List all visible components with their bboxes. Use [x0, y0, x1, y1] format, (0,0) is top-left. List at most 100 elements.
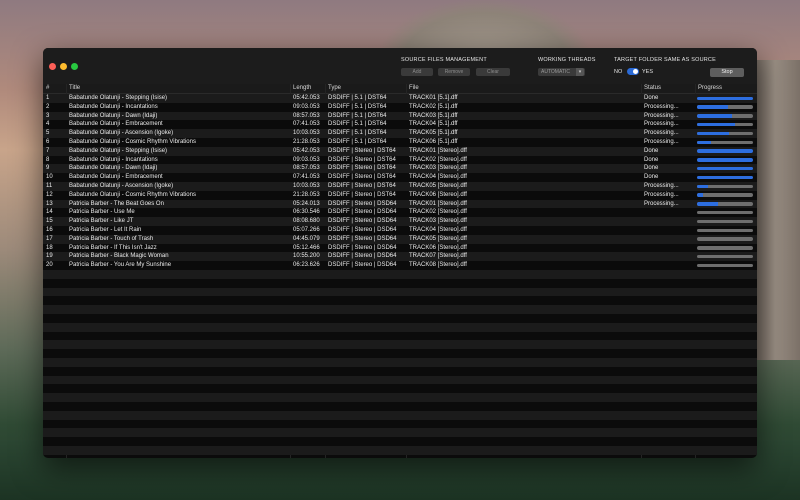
row-title: Babatunde Olatunji - Stepping (Isise)	[69, 147, 168, 154]
row-type: DSDIFF | Stereo | DSD64	[328, 209, 397, 216]
row-file: TRACK06 [5.1].dff	[409, 139, 458, 145]
row-num: 19	[46, 253, 53, 260]
row-status: Processing...	[644, 200, 679, 207]
progress-bar-fill	[697, 96, 753, 100]
table-row[interactable]: 4 Babatunde Olatunji - Embracement 07:41.0…	[43, 120, 757, 130]
row-file: TRACK04 [Stereo].dff	[409, 227, 467, 233]
table-row[interactable]: 7 Babatunde Olatunji - Stepping (Isise) 05…	[43, 146, 757, 156]
close-window-button[interactable]	[49, 63, 56, 70]
empty-row	[43, 410, 757, 420]
row-title: Babatunde Olatunji - Cosmic Rhythm Vibra…	[69, 191, 196, 198]
column-header-title[interactable]: Title	[69, 84, 80, 93]
row-length: 05:42.053	[293, 95, 320, 101]
zoom-window-button[interactable]	[71, 63, 78, 70]
track-table-body: 1 Babatunde Olatunji - Stepping (Isise) 05…	[43, 94, 757, 458]
table-row[interactable]: 3 Babatunde Olatunji - Dawn (Idaji) 08:57.…	[43, 111, 757, 121]
row-status: Processing...	[644, 130, 679, 137]
row-status: Processing...	[644, 183, 679, 189]
row-status: Done	[644, 156, 659, 163]
row-type: DSDIFF | Stereo | DST64	[328, 191, 396, 198]
table-row[interactable]: 11 Babatunde Olatunji - Ascension (Igoke)…	[43, 182, 757, 191]
row-length: 10:03.053	[293, 130, 320, 137]
row-type: DSDIFF | Stereo | DSD64	[328, 218, 397, 225]
empty-row	[43, 305, 757, 314]
row-type: DSDIFF | 5.1 | DST64	[328, 130, 387, 137]
empty-row	[43, 375, 757, 385]
table-row[interactable]: 16 Patricia Barber - Let It Rain 05:07.266…	[43, 226, 757, 235]
table-row[interactable]: 12 Babatunde Olatunji - Cosmic Rhythm Vib…	[43, 190, 757, 200]
table-row[interactable]: 9 Babatunde Olatunji - Dawn (Idaji) 08:57.…	[43, 164, 757, 174]
table-row[interactable]: 10 Babatunde Olatunji - Embracement 07:41.…	[43, 173, 757, 182]
stop-button[interactable]: Stop	[710, 68, 744, 77]
column-header-num[interactable]: #	[46, 84, 49, 93]
row-length: 08:57.053	[293, 165, 320, 172]
row-num: 4	[46, 121, 50, 128]
row-num: 6	[46, 139, 50, 145]
table-row[interactable]: 6 Babatunde Olatunji - Cosmic Rhythm Vibr…	[43, 138, 757, 147]
toggle-yes-label: YES	[642, 69, 654, 75]
chevron-down-icon: ▾	[576, 68, 584, 76]
table-row[interactable]: 20 Patricia Barber - You Are My Sunshine 0…	[43, 261, 757, 270]
row-num: 8	[46, 156, 50, 163]
progress-bar	[697, 140, 753, 144]
row-title: Babatunde Olatunji - Embracement	[69, 174, 163, 181]
row-length: 04:45.079	[293, 235, 320, 242]
column-header-progress[interactable]: Progress	[698, 84, 722, 93]
table-row[interactable]: 2 Babatunde Olatunji - Incantations 09:03.…	[43, 102, 757, 112]
table-header: # Title Length Type File Status Progress	[43, 84, 757, 94]
clear-button[interactable]: Clear	[476, 68, 510, 76]
working-threads-select[interactable]: AUTOMATIC ▾	[538, 68, 585, 76]
remove-button[interactable]: Remove	[438, 68, 470, 76]
row-title: Patricia Barber - Touch of Trash	[69, 235, 154, 242]
row-length: 05:07.266	[293, 227, 320, 233]
progress-bar-fill	[697, 184, 709, 188]
progress-bar-fill	[697, 131, 730, 136]
progress-bar	[697, 263, 753, 268]
row-num: 12	[46, 191, 53, 198]
table-row[interactable]: 15 Patricia Barber - Like JT 08:08.680 DSDI…	[43, 217, 757, 226]
toolbar: SOURCE FILES MANAGEMENT Add Remove Clear…	[43, 48, 757, 84]
progress-bar	[697, 184, 753, 188]
progress-bar-fill	[697, 202, 719, 206]
progress-bar	[697, 114, 753, 118]
row-status: Done	[644, 174, 659, 181]
minimize-window-button[interactable]	[60, 63, 67, 70]
row-type: DSDIFF | 5.1 | DST64	[328, 139, 387, 145]
row-status: Done	[644, 95, 659, 101]
app-window: SOURCE FILES MANAGEMENT Add Remove Clear…	[43, 48, 757, 458]
row-title: Patricia Barber - Black Magic Woman	[69, 253, 169, 260]
table-row[interactable]: 17 Patricia Barber - Touch of Trash 04:45.…	[43, 234, 757, 244]
column-header-status[interactable]: Status	[644, 84, 661, 93]
row-type: DSDIFF | 5.1 | DST64	[328, 95, 387, 101]
row-num: 5	[46, 130, 50, 137]
table-row[interactable]: 19 Patricia Barber - Black Magic Woman 10:…	[43, 252, 757, 262]
row-type: DSDIFF | Stereo | DSD64	[328, 227, 397, 233]
column-header-length[interactable]: Length	[293, 84, 311, 93]
row-file: TRACK06 [Stereo].dff	[409, 244, 467, 251]
row-title: Patricia Barber - Let It Rain	[69, 227, 142, 233]
table-row[interactable]: 5 Babatunde Olatunji - Ascension (Igoke) 1…	[43, 129, 757, 138]
row-length: 05:24.013	[293, 200, 320, 207]
empty-row	[43, 322, 757, 332]
row-title: Patricia Barber - The Beat Goes On	[69, 200, 164, 207]
progress-bar-fill	[697, 105, 728, 109]
add-button[interactable]: Add	[401, 68, 433, 76]
row-num: 9	[46, 165, 50, 172]
empty-row	[43, 358, 757, 367]
table-row[interactable]: 8 Babatunde Olatunji - Incantations 09:03.…	[43, 155, 757, 165]
target-folder-toggle[interactable]	[627, 68, 639, 75]
row-file: TRACK03 [Stereo].dff	[409, 218, 467, 225]
progress-bar-fill	[697, 193, 703, 197]
table-row[interactable]: 14 Patricia Barber - Use Me 06:30.546 DSDIF…	[43, 208, 757, 218]
progress-bar	[697, 228, 753, 232]
table-row[interactable]: 18 Patricia Barber - If This Isn't Jazz 05…	[43, 243, 757, 253]
table-row[interactable]: 13 Patricia Barber - The Beat Goes On 05:2…	[43, 199, 757, 209]
column-header-type[interactable]: Type	[328, 84, 341, 93]
row-type: DSDIFF | Stereo | DSD64	[328, 253, 397, 260]
row-status: Processing...	[644, 103, 679, 110]
column-header-file[interactable]: File	[409, 84, 419, 93]
row-length: 06:23.626	[293, 262, 320, 269]
table-row[interactable]: 1 Babatunde Olatunji - Stepping (Isise) 05…	[43, 94, 757, 103]
row-length: 21:28.053	[293, 191, 320, 198]
progress-bar	[697, 158, 753, 162]
